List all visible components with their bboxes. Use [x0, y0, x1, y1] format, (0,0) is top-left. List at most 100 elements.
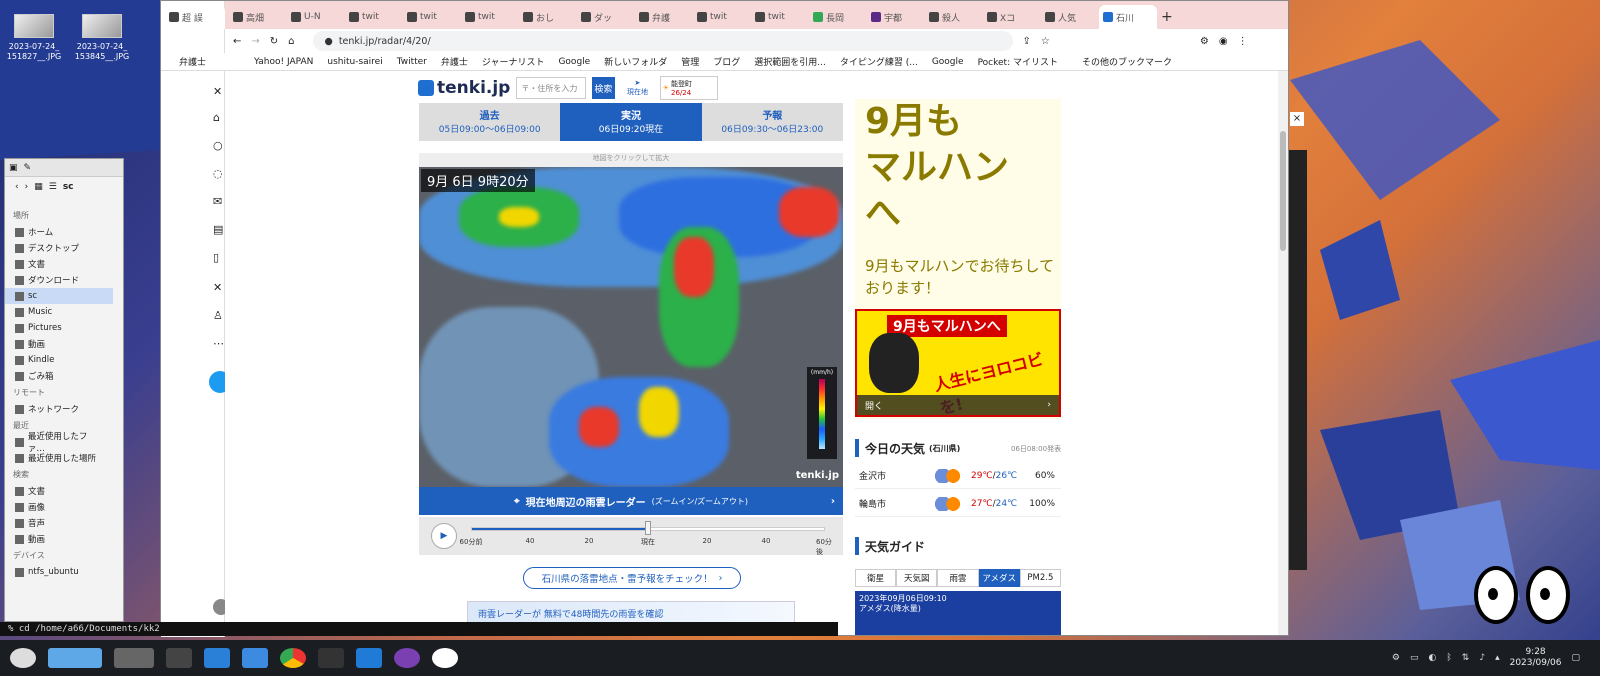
play-button[interactable]: ▶ [431, 523, 457, 549]
browser-tab[interactable]: Xコ [983, 5, 1041, 29]
tab-amedas[interactable]: アメダス [978, 569, 1020, 587]
share-icon[interactable]: ⇪ [1023, 36, 1031, 47]
workspace-pager[interactable] [48, 648, 102, 668]
sidebar-item-search-audio[interactable]: 音声 [5, 515, 113, 531]
tab-now[interactable]: 実況 06日09:20現在 [560, 103, 702, 141]
browser-tab[interactable]: 殺人 [925, 5, 983, 29]
bluetooth-icon[interactable]: ᛒ [1446, 653, 1451, 663]
sidebar-item-home[interactable]: ホーム [5, 224, 113, 240]
tab-forecast[interactable]: 予報 06日09:30〜06日23:00 [701, 103, 843, 141]
page-scrollbar[interactable] [1278, 71, 1288, 635]
sidebar-item-device[interactable]: ntfs_ubuntu [5, 564, 113, 580]
sidebar-item-network[interactable]: ネットワーク [5, 401, 113, 417]
sidebar-item-search-documents[interactable]: 文書 [5, 483, 113, 499]
advertisement[interactable]: 9月も マルハン へ 9月もマルハンでお待ちしております！ 9月もマルハンへ 人… [855, 99, 1061, 419]
bookmark-item[interactable]: Pocket: マイリスト [978, 55, 1058, 68]
nearby-radar-link[interactable]: ⌖ 現在地周辺の雨雲レーダー (ズームイン/ズームアウト) › [419, 487, 843, 515]
forward-icon[interactable]: → [251, 36, 259, 47]
browser-tab[interactable]: twit [461, 5, 519, 29]
mini-weather-widget[interactable]: ☀ 能登町 26/24 [659, 76, 719, 100]
bookmark-item[interactable]: 弁護士 [179, 55, 206, 68]
extensions-icon[interactable]: ⚙ [1200, 36, 1209, 47]
search-icon[interactable]: ○ [213, 139, 223, 152]
ad-open-button[interactable]: 開く › [857, 395, 1059, 415]
browser-tab[interactable]: twit [403, 5, 461, 29]
tab-weather-map[interactable]: 天気図 [896, 569, 938, 587]
file-manager-icon[interactable] [242, 648, 268, 668]
amedas-map[interactable]: 2023年09月06日09:10 アメダス(降水量) [855, 591, 1061, 635]
home-icon[interactable]: ⌂ [288, 36, 294, 47]
browser-tab[interactable]: ダッ [577, 5, 635, 29]
ad-image[interactable]: 9月もマルハンへ 人生にヨロコビを! 開く › [855, 309, 1061, 417]
sidebar-item-recent-files[interactable]: 最近使用したファ… [5, 432, 113, 454]
media-icon[interactable]: ◐ [1429, 653, 1437, 663]
emacs-icon[interactable] [394, 648, 420, 668]
sidebar-item-documents[interactable]: 文書 [5, 256, 113, 272]
list-icon[interactable]: ▤ [213, 223, 223, 236]
bookmark-item[interactable]: タイピング練習 (... [840, 55, 918, 68]
sidebar-item-pictures[interactable]: Pictures [5, 320, 113, 336]
x-premium-icon[interactable]: ✕ [213, 281, 222, 294]
desktop-file[interactable]: 2023-07-24_ 153845__.JPG [70, 14, 134, 62]
chevron-up-icon[interactable]: ▴ [1495, 653, 1500, 663]
menu-icon[interactable]: ⋮ [1238, 36, 1248, 47]
bookmark-item[interactable]: Yahoo! JAPAN [254, 57, 313, 67]
tenki-logo[interactable]: tenki.jp [418, 78, 510, 98]
weather-row[interactable]: 金沢市 29℃/26℃ 60% [855, 463, 1061, 489]
sidebar-item-desktop[interactable]: デスクトップ [5, 240, 113, 256]
profile-icon[interactable]: ◉ [1219, 36, 1228, 47]
sidebar-item-music[interactable]: Music [5, 304, 113, 320]
clock[interactable]: 9:28 2023/09/06 [1510, 647, 1562, 669]
thunder-link[interactable]: 石川県の落雷地点・雷予報をチェック！ › [523, 567, 741, 589]
browser-tab[interactable]: twit [693, 5, 751, 29]
reload-icon[interactable]: ↻ [270, 36, 278, 47]
workspace-pager[interactable] [114, 648, 154, 668]
back-icon[interactable]: ← [233, 36, 241, 47]
bell-icon[interactable]: ◌ [213, 167, 223, 180]
browser-tab[interactable]: U-N [287, 5, 345, 29]
tab-past[interactable]: 過去 05日09:00〜06日09:00 [419, 103, 561, 141]
path-label[interactable]: sc [63, 182, 74, 192]
sidebar-item-trash[interactable]: ごみ箱 [5, 368, 113, 384]
show-desktop-icon[interactable]: ▢ [1571, 653, 1580, 663]
tab-rain-cloud[interactable]: 雨雲 [937, 569, 979, 587]
sidebar-item-downloads[interactable]: ダウンロード [5, 272, 113, 288]
pin-icon[interactable]: ✎ [24, 163, 32, 173]
sidebar-item-search-images[interactable]: 画像 [5, 499, 113, 515]
bookmark-item[interactable]: 管理 [681, 55, 699, 68]
profile-icon[interactable]: ♙ [213, 309, 223, 322]
browser-tab[interactable]: twit [751, 5, 809, 29]
weather-row[interactable]: 輪島市 27℃/24℃ 100% [855, 491, 1061, 517]
browser-tab[interactable]: 弁護 [635, 5, 693, 29]
grid-view-icon[interactable]: ▦ [34, 182, 43, 192]
x-logo-icon[interactable]: ✕ [213, 85, 222, 98]
vscode-icon[interactable] [356, 648, 382, 668]
home-icon[interactable]: ⌂ [213, 111, 220, 124]
close-icon[interactable]: × [1290, 112, 1304, 126]
bookmark-item[interactable]: 弁護士 [441, 55, 468, 68]
bookmark-item[interactable]: 新しいフォルダ [604, 55, 667, 68]
list-view-icon[interactable]: ☰ [49, 182, 57, 192]
tab-active[interactable]: 超 誤 [165, 5, 225, 29]
browser-tab[interactable]: 高畑 [229, 5, 287, 29]
bookmark-item[interactable]: Google [558, 57, 590, 67]
system-settings-icon[interactable] [166, 648, 192, 668]
bookmark-item[interactable]: 選択範囲を引用... [754, 55, 826, 68]
bookmark-icon[interactable]: ▯ [213, 251, 219, 264]
terminal-line[interactable]: % cd /home/a66/Documents/kk2 [0, 622, 838, 636]
tab-satellite[interactable]: 衛星 [855, 569, 897, 587]
volume-icon[interactable]: ♪ [1479, 653, 1485, 663]
terminal-icon[interactable] [318, 648, 344, 668]
store-icon[interactable] [204, 648, 230, 668]
sidebar-item-sc[interactable]: sc [5, 288, 113, 304]
app-launcher-icon[interactable] [10, 648, 36, 668]
browser-tab[interactable]: 人気 [1041, 5, 1099, 29]
sidebar-item-videos[interactable]: 動画 [5, 336, 113, 352]
network-icon[interactable]: ⇅ [1462, 653, 1470, 663]
sidebar-item-search-videos[interactable]: 動画 [5, 531, 113, 547]
browser-tab[interactable]: twit [345, 5, 403, 29]
sidebar-item-kindle[interactable]: Kindle [5, 352, 113, 368]
tab-active[interactable]: 石川 [1099, 5, 1157, 29]
bookmark-item[interactable]: Twitter [397, 57, 427, 67]
bookmark-item[interactable]: その他のブックマーク [1082, 55, 1172, 68]
